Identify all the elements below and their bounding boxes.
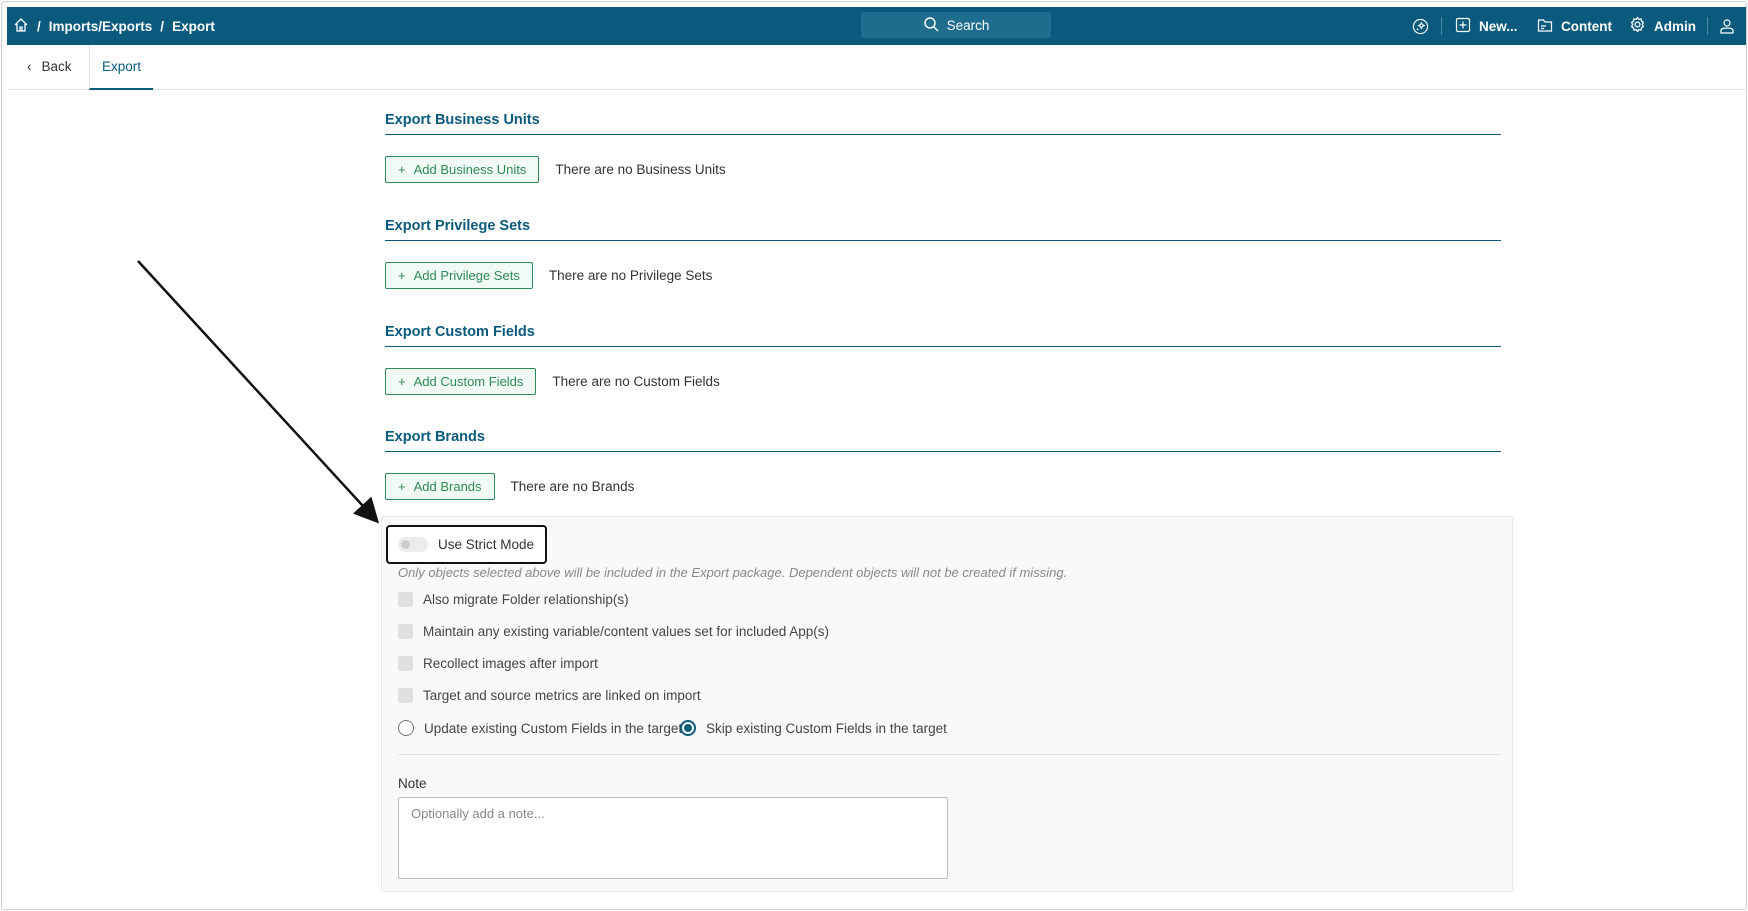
annotation-arrow [137, 260, 380, 524]
